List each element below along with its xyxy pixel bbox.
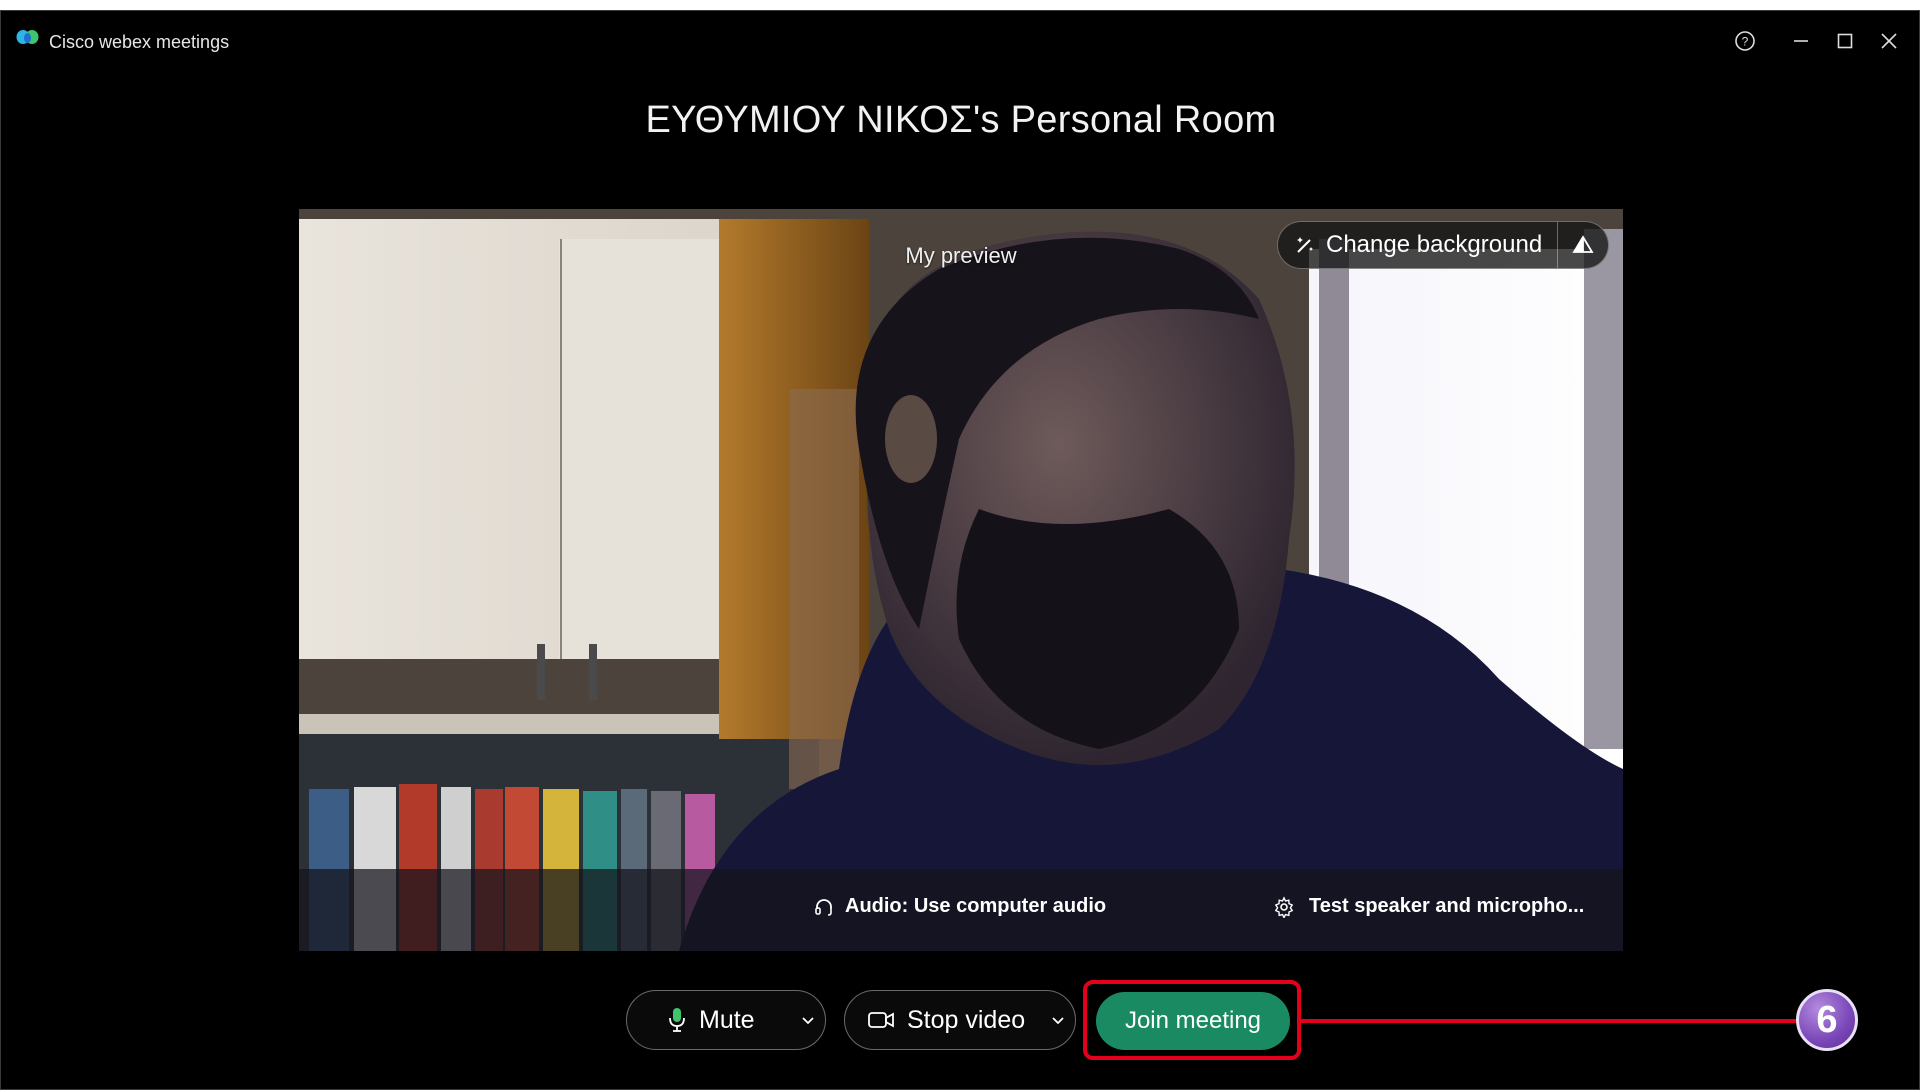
- audio-label: Audio: Use computer audio: [845, 895, 1107, 917]
- camera-feed: [299, 209, 1623, 951]
- mute-control: Mute: [626, 990, 826, 1050]
- svg-text:?: ?: [1742, 35, 1749, 49]
- audio-option[interactable]: Audio: Use computer audio: [813, 895, 1106, 918]
- step-number-badge: 6: [1796, 989, 1858, 1051]
- close-button[interactable]: [1873, 25, 1905, 57]
- chevron-down-icon: [1052, 1017, 1064, 1025]
- test-speaker-option[interactable]: Test speaker and micropho...: [1273, 895, 1584, 918]
- magic-wand-icon: [1297, 237, 1313, 253]
- app-name: Cisco webex meetings: [49, 32, 230, 52]
- maximize-icon: [1837, 33, 1853, 49]
- stop-video-button[interactable]: Stop video: [845, 991, 1041, 1049]
- help-button[interactable]: ?: [1729, 25, 1761, 57]
- change-background-label: Change background: [1326, 231, 1543, 258]
- microphone-icon: [669, 1008, 685, 1032]
- video-control: Stop video: [844, 990, 1076, 1050]
- mute-label: Mute: [699, 1005, 755, 1034]
- callout-line: [1301, 1019, 1799, 1023]
- room-title: ΕΥΘΥΜΙΟΥ ΝΙΚΟΣ's Personal Room: [645, 99, 1277, 141]
- video-options-dropdown[interactable]: [1041, 991, 1075, 1049]
- chevron-down-icon: [802, 1017, 814, 1025]
- title-bar: Cisco webex meetings ?: [1, 11, 1919, 61]
- background-options-icon: [1572, 235, 1594, 253]
- preview-footer: Audio: Use computer audio Test speaker a…: [299, 869, 1623, 951]
- close-icon: [1881, 33, 1897, 49]
- minimize-button[interactable]: [1785, 25, 1817, 57]
- video-camera-icon: [868, 1012, 894, 1028]
- webex-window: Cisco webex meetings ? ΕΥΘΥΜΙΟΥ ΝΙΚΟΣ's …: [0, 10, 1920, 1090]
- change-background-control: Change background: [1277, 221, 1609, 269]
- help-icon: ?: [1735, 31, 1755, 51]
- video-preview: My preview Change background Audio: Use …: [299, 209, 1623, 951]
- stop-video-label: Stop video: [907, 1005, 1026, 1034]
- background-options-button[interactable]: [1558, 222, 1608, 268]
- minimize-icon: [1794, 40, 1808, 42]
- headphones-icon: [815, 898, 832, 916]
- webex-logo-icon: [16, 30, 39, 44]
- gear-icon: [1274, 895, 1294, 918]
- join-meeting-button[interactable]: Join meeting: [1096, 992, 1290, 1050]
- change-background-button[interactable]: Change background: [1278, 222, 1559, 268]
- mute-options-dropdown[interactable]: [791, 991, 825, 1049]
- test-speaker-label: Test speaker and micropho...: [1309, 895, 1585, 917]
- maximize-button[interactable]: [1829, 25, 1861, 57]
- mute-button[interactable]: Mute: [627, 991, 791, 1049]
